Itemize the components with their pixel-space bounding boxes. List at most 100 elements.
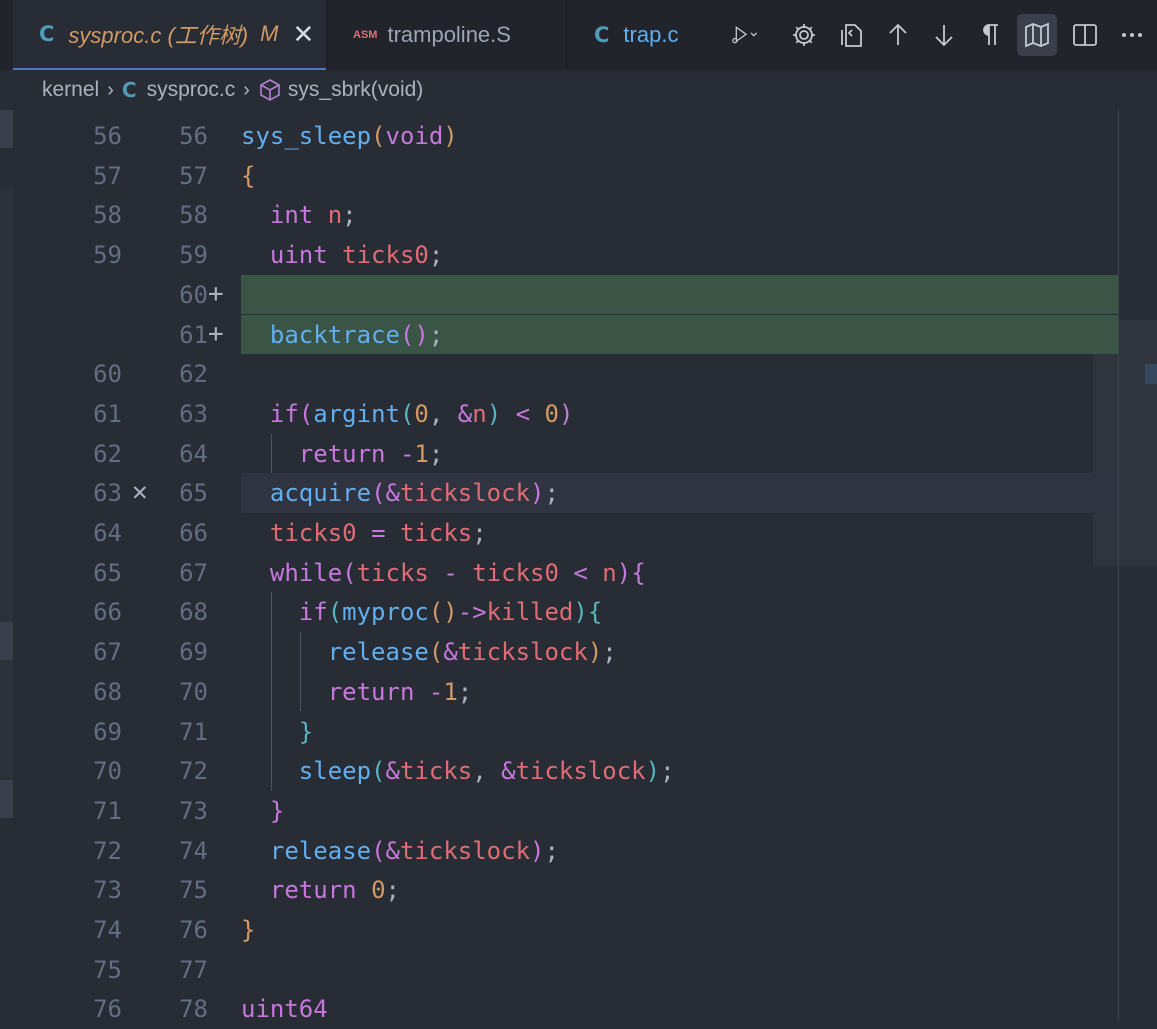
- modified-line-number: 64: [179, 439, 208, 468]
- revert-change-icon[interactable]: ✕: [132, 477, 148, 507]
- code-token: ,: [472, 757, 502, 786]
- tab-trampoline[interactable]: ASM trampoline.S: [327, 0, 566, 70]
- code-text: if(argint(0, &n) < 0): [241, 399, 574, 428]
- code-token: ;: [385, 876, 400, 905]
- code-line[interactable]: 73 75 return 0;: [0, 870, 1118, 910]
- tab-trap[interactable]: C trap.c: [567, 0, 707, 70]
- code-token: <: [515, 399, 531, 428]
- tab-label: sysproc.c (工作树): [68, 23, 249, 48]
- code-line[interactable]: 70 72 sleep(&ticks, &tickslock);: [0, 751, 1118, 791]
- original-line-number: 72: [93, 836, 122, 865]
- modified-line-number: 60: [179, 280, 208, 309]
- tab-label: trampoline.S: [387, 22, 511, 47]
- code-text: return 0;: [241, 876, 400, 904]
- code-token: n: [327, 201, 343, 230]
- code-line[interactable]: 65 67 while(ticks - ticks0 < n){: [0, 553, 1118, 593]
- code-line[interactable]: 60 62: [0, 354, 1118, 394]
- code-line[interactable]: 71 73 }: [0, 791, 1118, 831]
- c-file-icon: C: [121, 78, 137, 102]
- code-line[interactable]: 62 64 return -1;: [0, 434, 1118, 474]
- added-code-line[interactable]: 60 +: [0, 274, 1118, 315]
- original-line-number: 63: [93, 479, 122, 508]
- code-token: ;: [660, 757, 675, 786]
- code-line[interactable]: 67 69 release(&tickslock);: [0, 632, 1118, 672]
- gear-icon[interactable]: [784, 14, 824, 56]
- code-token: &: [385, 479, 400, 508]
- code-token: ticks0: [342, 241, 429, 270]
- code-token: (: [298, 399, 314, 428]
- run-debug-icon[interactable]: [716, 14, 772, 56]
- code-token: ;: [602, 638, 617, 667]
- breadcrumb-symbol[interactable]: sys_sbrk(void): [258, 78, 423, 102]
- modified-badge: M: [260, 21, 279, 46]
- modified-line-number: 63: [179, 399, 208, 428]
- code-line[interactable]: 74 76}: [0, 910, 1118, 950]
- code-token: n: [472, 399, 487, 428]
- original-line-number: 62: [93, 439, 122, 468]
- modified-line-number: 77: [179, 955, 208, 984]
- asm-file-icon: ASM: [353, 29, 378, 41]
- code-token: ;: [342, 201, 357, 230]
- arrow-down-icon[interactable]: [924, 14, 964, 56]
- breadcrumb-folder[interactable]: kernel: [42, 78, 99, 102]
- tab-sysproc[interactable]: C sysproc.c (工作树) M ✕: [13, 0, 326, 70]
- code-line[interactable]: 61 63 if(argint(0, &n) < 0): [0, 394, 1118, 434]
- code-line[interactable]: 75 77: [0, 950, 1118, 990]
- open-changes-icon[interactable]: [832, 14, 872, 56]
- code-token: backtrace: [269, 320, 400, 349]
- code-token: sleep: [298, 757, 372, 786]
- code-line[interactable]: 72 74 release(&tickslock);: [0, 831, 1118, 871]
- code-token: -: [443, 558, 458, 587]
- added-code-line[interactable]: 61 + backtrace();: [0, 314, 1118, 355]
- code-token: while: [269, 558, 343, 587]
- code-token: 0: [414, 399, 429, 428]
- modified-line-number: 76: [179, 916, 208, 944]
- code-token: &: [385, 757, 400, 786]
- code-line[interactable]: 57 57 {: [0, 156, 1118, 196]
- modified-line-number: 72: [179, 757, 208, 786]
- breadcrumb-file[interactable]: C sysproc.c: [122, 78, 235, 102]
- code-line[interactable]: 66 68 if(myproc()->killed){: [0, 592, 1118, 632]
- modified-line-number: 73: [179, 796, 208, 825]
- code-line[interactable]: 64 66 ticks0 = ticks;: [0, 513, 1118, 553]
- diff-editor[interactable]: 56 56 sys_sleep(void) 57 57{58 58 int n; 59 59 …: [0, 110, 1157, 1023]
- code-token: ticks0: [269, 519, 357, 547]
- code-line[interactable]: 76 78 uint64: [0, 989, 1118, 1029]
- code-line[interactable]: 69 71 }: [0, 712, 1118, 752]
- code-text: if(myproc()->killed){: [241, 598, 602, 626]
- close-tab-icon[interactable]: ✕: [292, 19, 314, 50]
- indent-guide: [299, 632, 301, 712]
- original-line-number: 68: [93, 677, 122, 706]
- code-token: ;: [544, 479, 559, 508]
- code-line[interactable]: 63 65 ✕ acquire(&tickslock);: [0, 473, 1118, 513]
- minimap-toggle-icon[interactable]: [1017, 14, 1057, 56]
- code-text: backtrace();: [241, 321, 443, 349]
- code-line[interactable]: 56 56 sys_sleep(void): [0, 116, 1118, 156]
- code-token: (): [399, 320, 429, 349]
- code-line[interactable]: 68 70 return -1;: [0, 672, 1118, 712]
- code-token: (: [371, 836, 386, 865]
- code-line[interactable]: 58 58 int n;: [0, 195, 1118, 235]
- modified-line-number: 61: [179, 320, 208, 349]
- code-line[interactable]: 59 59 uint ticks0;: [0, 235, 1118, 275]
- arrow-up-icon[interactable]: [878, 14, 918, 56]
- modified-line-number: 78: [179, 995, 208, 1024]
- modified-line-number: 65: [179, 479, 208, 508]
- split-editor-icon[interactable]: [1065, 14, 1105, 56]
- editor-tab-bar: C sysproc.c (工作树) M ✕ ASM trampoline.S C…: [0, 0, 1157, 70]
- pilcrow-icon[interactable]: [970, 14, 1010, 56]
- modified-line-number: 57: [179, 161, 208, 190]
- more-actions-icon[interactable]: [1112, 14, 1152, 56]
- code-token: release: [269, 836, 372, 865]
- code-token: &: [501, 757, 516, 786]
- code-token: {: [241, 161, 256, 190]
